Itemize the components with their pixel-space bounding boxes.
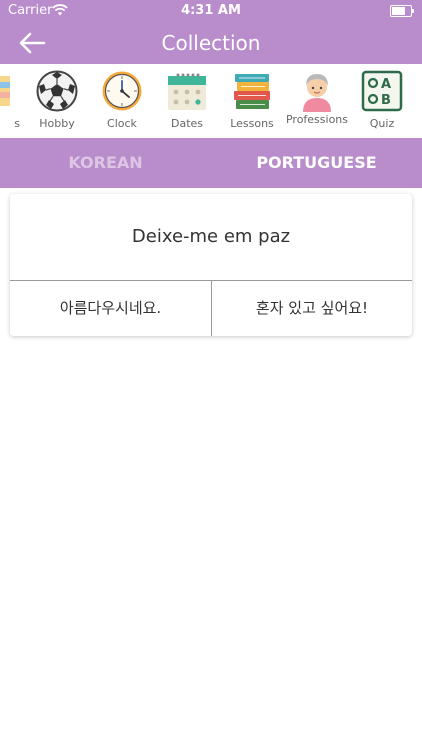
category-item-dates[interactable]: Dates [154,68,220,136]
svg-text:A: A [381,77,391,92]
quiz-abc-icon: A B [361,70,403,112]
answer-option-1[interactable]: 아름다우시네요. [10,281,212,336]
clock-icon [102,71,142,111]
soccer-ball-icon [36,70,78,112]
category-item-clock[interactable]: Clock [89,68,155,136]
partial-icon [0,76,10,106]
calendar-icon [168,73,206,110]
books-icon [234,74,270,109]
category-item-quiz[interactable]: A B Quiz [349,68,415,136]
category-item-hobby[interactable]: Hobby [24,68,90,136]
navigation-bar: Collection [0,22,422,64]
category-label: Hobby [39,117,75,130]
category-strip[interactable]: s Hobby Clock Dates Lessons Professions … [0,64,422,139]
battery-icon [390,5,414,17]
tab-korean[interactable]: KOREAN [0,138,211,188]
category-label: Quiz [369,117,395,130]
language-bar: KOREAN PORTUGUESE [0,138,422,188]
clock-time: 4:31 AM [181,3,241,18]
category-label: Lessons [230,117,274,130]
status-bar: Carrier 4:31 AM [0,0,422,22]
category-label: Dates [170,117,204,130]
person-icon [303,74,331,112]
category-label: Professions [285,113,349,126]
category-item-partial[interactable]: s [0,68,22,136]
category-label: Clock [107,117,137,130]
category-item-lessons[interactable]: Lessons [219,68,285,136]
answer-option-2[interactable]: 혼자 있고 싶어요! [212,281,412,336]
tab-portuguese[interactable]: PORTUGUESE [211,138,422,188]
phrase-card: Deixe-me em paz 아름다우시네요. 혼자 있고 싶어요! [10,194,412,336]
svg-text:B: B [381,93,391,108]
category-item-professions[interactable]: Professions [284,68,350,136]
question-text: Deixe-me em paz [10,194,412,281]
page-title: Collection [161,31,261,55]
category-label: s [14,117,20,130]
